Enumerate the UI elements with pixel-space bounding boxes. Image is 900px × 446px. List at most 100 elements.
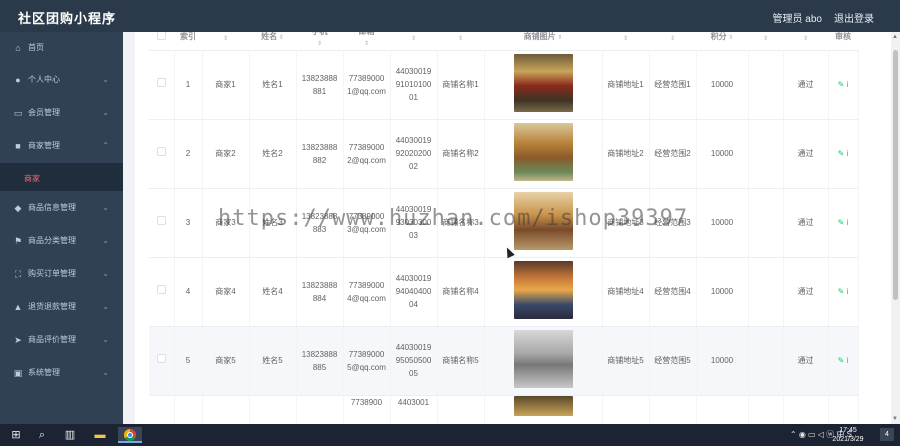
sort-icon[interactable]: ⇕ bbox=[649, 35, 696, 42]
edit-icon[interactable]: ✎ i bbox=[838, 149, 849, 158]
sidebar-item-members[interactable]: ▭ 会员管理 ⌄ bbox=[0, 97, 123, 129]
cell-shop bbox=[437, 395, 485, 424]
trash-icon: ▣ bbox=[13, 368, 23, 378]
cell-points: 10000 bbox=[696, 326, 749, 396]
cell-ops: ✎ i bbox=[828, 257, 859, 327]
sort-icon[interactable]: ⇕ bbox=[390, 35, 437, 42]
task-view-icon[interactable]: ▥ bbox=[62, 427, 78, 443]
col-phone[interactable]: 手机 ⇕ bbox=[296, 32, 343, 51]
sidebar-item-orders[interactable]: ⛶ 购买订单管理 ⌄ bbox=[0, 258, 123, 290]
table-row: 4 商家4 姓名4 13823888884 773890004@qq.com 4… bbox=[149, 257, 859, 327]
shop-image[interactable] bbox=[513, 191, 573, 250]
os-taskbar: ⊞ ⌕ ▥ ▬ ⌃ ◉ ▭ ◁ ⓦ 中 S 17:45 2021/3/29 4 bbox=[0, 424, 900, 446]
col-idno[interactable]: ⇕ bbox=[390, 32, 437, 51]
shop-image[interactable] bbox=[513, 260, 573, 319]
sidebar-item-label: 商品评价管理 bbox=[28, 335, 76, 344]
cell-scope: 经营范围5 bbox=[649, 326, 697, 396]
shop-image[interactable] bbox=[513, 395, 573, 416]
sort-icon[interactable]: ⇕ bbox=[556, 35, 562, 41]
chrome-icon[interactable] bbox=[118, 427, 142, 443]
system-clock[interactable]: 17:45 2021/3/29 bbox=[824, 426, 872, 444]
row-checkbox[interactable] bbox=[149, 50, 175, 120]
scroll-thumb[interactable] bbox=[893, 50, 898, 300]
chevron-up-icon: ⌃ bbox=[102, 141, 109, 150]
cell-account: 商家4 bbox=[202, 257, 250, 327]
edit-icon[interactable]: ✎ i bbox=[838, 356, 849, 365]
col-account[interactable]: ⇕ bbox=[202, 32, 249, 51]
cell-status: 通过 bbox=[783, 119, 829, 189]
col-index[interactable]: 索引 bbox=[174, 32, 202, 51]
search-icon[interactable]: ⌕ bbox=[34, 427, 50, 443]
sidebar-item-refunds[interactable]: ▲ 退货退款管理 ⌄ bbox=[0, 291, 123, 323]
sort-icon[interactable]: ⇕ bbox=[277, 35, 284, 41]
top-bar: 社区团购小程序 管理员 abo 退出登录 bbox=[0, 0, 900, 32]
sort-icon[interactable]: ⇕ bbox=[437, 35, 484, 42]
row-checkbox[interactable] bbox=[149, 257, 175, 327]
cell-extra bbox=[748, 188, 784, 258]
cell-name: 姓名5 bbox=[249, 326, 297, 396]
notification-icon[interactable]: 4 bbox=[880, 428, 894, 441]
cell-email-partial: 7738900 bbox=[350, 397, 383, 407]
windows-start-icon[interactable]: ⊞ bbox=[8, 427, 24, 443]
cell-status: 通过 bbox=[783, 188, 829, 258]
col-name[interactable]: 姓名 ⇕ bbox=[249, 32, 296, 51]
shop-image[interactable] bbox=[513, 53, 573, 112]
cell-name: 姓名2 bbox=[249, 119, 297, 189]
sort-icon[interactable]: ⇕ bbox=[343, 40, 390, 47]
cell-index: 4 bbox=[174, 257, 203, 327]
col-email[interactable]: 邮箱 ⇕ bbox=[343, 32, 390, 51]
sidebar-item-profile[interactable]: ● 个人中心 ⌄ bbox=[0, 64, 123, 96]
vertical-scrollbar[interactable]: ▲ ▼ bbox=[891, 32, 900, 424]
col-extra[interactable]: ⇕ bbox=[748, 32, 783, 51]
send-icon: ➤ bbox=[14, 335, 22, 345]
col-shop[interactable]: ⇕ bbox=[437, 32, 484, 51]
edit-icon[interactable]: ✎ i bbox=[838, 80, 849, 89]
row-checkbox[interactable] bbox=[149, 326, 175, 396]
cell-idno: 440300199505050005 bbox=[390, 326, 438, 396]
cell-scope: 经营范围2 bbox=[649, 119, 697, 189]
cell-idno: 440300199404040004 bbox=[390, 257, 438, 327]
sort-icon[interactable]: ⇕ bbox=[602, 35, 649, 42]
scroll-up-icon[interactable]: ▲ bbox=[892, 34, 898, 40]
row-checkbox[interactable] bbox=[149, 395, 175, 424]
col-scope[interactable]: ⇕ bbox=[649, 32, 696, 51]
col-status[interactable]: ⇕ bbox=[783, 32, 828, 51]
sidebar-item-categories[interactable]: ⚑ 商品分类管理 ⌄ bbox=[0, 225, 123, 257]
sidebar-subitem-merchant[interactable]: 商家 bbox=[0, 163, 123, 191]
sort-icon[interactable]: ⇕ bbox=[727, 35, 733, 41]
col-address[interactable]: ⇕ bbox=[602, 32, 649, 51]
logout-link[interactable]: 退出登录 bbox=[834, 10, 874, 25]
sidebar-item-system[interactable]: ▣ 系统管理 ⌄ bbox=[0, 357, 123, 389]
sort-icon[interactable]: ⇕ bbox=[783, 35, 828, 42]
file-explorer-icon[interactable]: ▬ bbox=[92, 427, 108, 443]
shop-image[interactable] bbox=[513, 329, 573, 388]
cell-idno-partial: 4403001 bbox=[397, 397, 430, 407]
sidebar-item-reviews[interactable]: ➤ 商品评价管理 ⌄ bbox=[0, 324, 123, 356]
sort-icon[interactable]: ⇕ bbox=[202, 35, 249, 42]
shop-image[interactable] bbox=[513, 122, 573, 181]
cell-ops: ✎ i bbox=[828, 50, 859, 120]
sidebar-item-label: 购买订单管理 bbox=[28, 269, 76, 278]
cell-index bbox=[174, 395, 203, 424]
sidebar-item-label: 系统管理 bbox=[28, 368, 60, 377]
row-checkbox[interactable] bbox=[149, 188, 175, 258]
cell-email: 773890002@qq.com bbox=[343, 119, 391, 189]
sort-icon[interactable]: ⇕ bbox=[748, 35, 783, 42]
cell-status: 通过 bbox=[783, 326, 829, 396]
cell-idno: 440300199303030003 bbox=[390, 188, 438, 258]
cell-index: 3 bbox=[174, 188, 203, 258]
sort-icon[interactable]: ⇕ bbox=[296, 40, 343, 47]
sidebar-item-merchants[interactable]: ■ 商家管理 ⌃ bbox=[0, 130, 123, 162]
cell-index: 5 bbox=[174, 326, 203, 396]
scroll-down-icon[interactable]: ▼ bbox=[892, 416, 898, 422]
select-all-checkbox[interactable] bbox=[149, 32, 174, 51]
row-checkbox[interactable] bbox=[149, 119, 175, 189]
cell-shop: 商铺名称1 bbox=[437, 50, 485, 120]
sidebar-item-home[interactable]: ⌂ 首页 bbox=[0, 32, 123, 64]
cell-status: 通过 bbox=[783, 257, 829, 327]
cell-account: 商家1 bbox=[202, 50, 250, 120]
edit-icon[interactable]: ✎ i bbox=[838, 287, 849, 296]
sidebar-item-products[interactable]: ◆ 商品信息管理 ⌄ bbox=[0, 192, 123, 224]
edit-icon[interactable]: ✎ i bbox=[838, 218, 849, 227]
col-points[interactable]: 积分 ⇕ bbox=[696, 32, 748, 51]
